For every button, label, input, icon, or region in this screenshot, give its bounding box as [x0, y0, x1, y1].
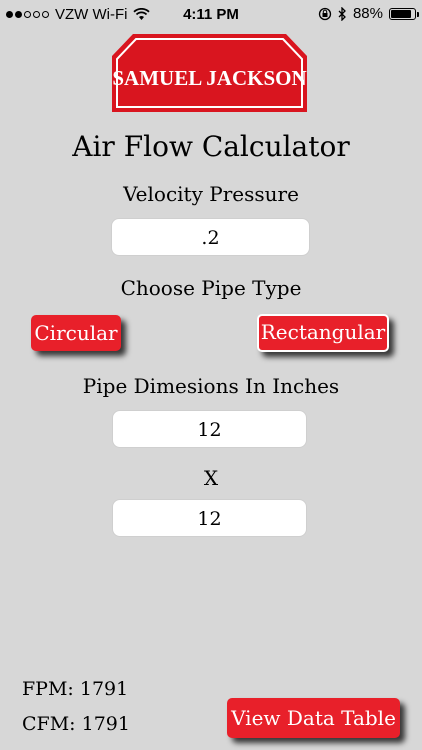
page-title: Air Flow Calculator [72, 130, 350, 163]
dimension-separator: X [203, 466, 219, 490]
pipe-width-input[interactable]: 12 [112, 410, 307, 448]
samuel-jackson-logo: SAMUEL JACKSON [111, 32, 308, 114]
pipe-height-input[interactable]: 12 [112, 499, 307, 537]
pipe-type-label: Choose Pipe Type [120, 276, 302, 300]
view-data-table-button[interactable]: View Data Table [227, 698, 400, 738]
circular-button[interactable]: Circular [31, 315, 121, 351]
cfm-result: CFM: 1791 [22, 713, 130, 735]
bluetooth-icon [338, 6, 346, 21]
logo-text: SAMUEL JACKSON [112, 66, 307, 90]
orientation-lock-icon [318, 7, 332, 20]
battery-icon [389, 7, 419, 20]
velocity-pressure-input[interactable]: .2 [111, 218, 310, 256]
status-indicators: 88% [318, 5, 419, 22]
pipe-dimensions-label: Pipe Dimesions In Inches [82, 374, 340, 398]
status-bar: VZW Wi-Fi 4:11 PM 88% [0, 0, 422, 30]
rectangular-button[interactable]: Rectangular [257, 314, 389, 352]
fpm-result: FPM: 1791 [22, 678, 129, 700]
velocity-pressure-label: Velocity Pressure [123, 182, 299, 206]
battery-percent: 88% [352, 5, 383, 22]
